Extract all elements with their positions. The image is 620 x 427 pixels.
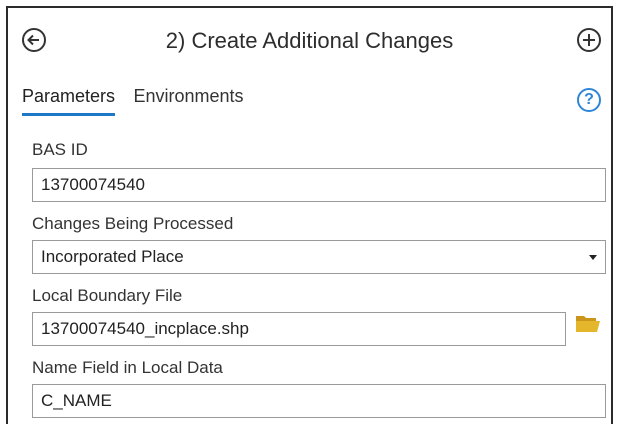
changes-label: Changes Being Processed bbox=[32, 214, 234, 233]
add-button[interactable] bbox=[577, 28, 601, 52]
changes-selected-value: Incorporated Place bbox=[41, 247, 184, 266]
tab-parameters[interactable]: Parameters bbox=[22, 86, 116, 116]
plus-icon bbox=[583, 34, 595, 46]
tab-strip: Parameters Environments bbox=[22, 86, 258, 120]
boundary-file-field[interactable]: 13700074540_incplace.shp bbox=[32, 312, 566, 346]
bas-id-label: BAS ID bbox=[32, 140, 88, 159]
title-bar: 2) Create Additional Changes bbox=[8, 8, 611, 72]
tool-title: 2) Create Additional Changes bbox=[165, 28, 454, 53]
folder-icon[interactable] bbox=[575, 313, 601, 333]
bas-id-field[interactable]: 13700074540 bbox=[32, 168, 606, 202]
name-field-input[interactable]: C_NAME bbox=[32, 384, 606, 418]
tab-environments[interactable]: Environments bbox=[134, 86, 244, 113]
chevron-down-icon bbox=[589, 255, 597, 260]
changes-dropdown[interactable]: Incorporated Place bbox=[32, 240, 606, 274]
help-icon[interactable]: ? bbox=[577, 88, 601, 112]
name-field-label: Name Field in Local Data bbox=[32, 358, 223, 377]
boundary-file-label: Local Boundary File bbox=[32, 286, 183, 305]
